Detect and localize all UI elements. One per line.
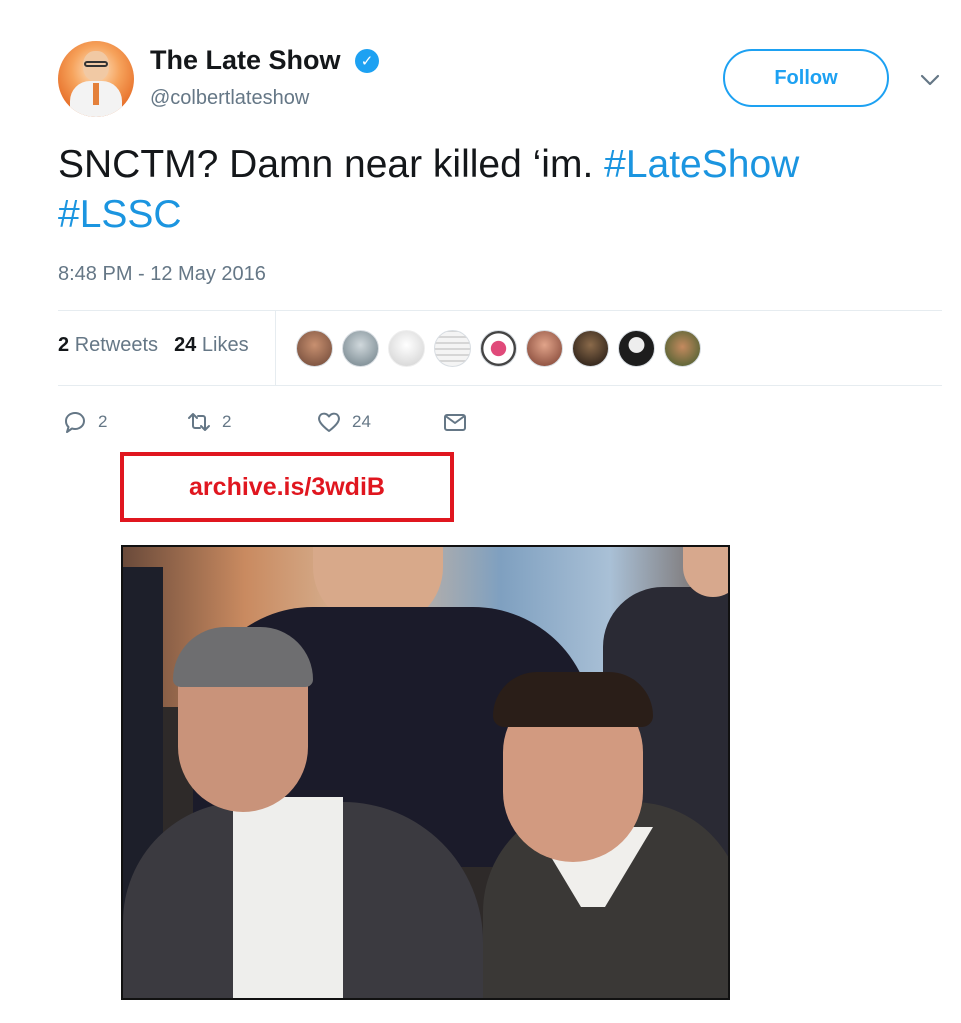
photo-person-front-right-hair — [493, 672, 653, 727]
hashtag-lssc[interactable]: #LSSC — [58, 193, 182, 236]
verified-badge-icon: ✓ — [355, 49, 379, 73]
retweet-icon — [188, 413, 210, 431]
reply-action[interactable]: 2 — [62, 409, 107, 435]
liker-avatar[interactable] — [664, 330, 701, 367]
author-name[interactable]: The Late Show — [150, 45, 341, 76]
liker-avatar[interactable] — [388, 330, 425, 367]
reply-count: 2 — [98, 412, 108, 431]
liker-avatars — [296, 330, 701, 367]
avatar-glasses — [84, 61, 108, 67]
tweet-stats: 2 Retweets 24 Likes — [58, 334, 249, 357]
tweet-timestamp[interactable]: 8:48 PM - 12 May 2016 — [58, 263, 266, 286]
author-avatar[interactable] — [58, 41, 134, 117]
retweets-count: 2 — [58, 334, 70, 356]
retweets-label: Retweets — [74, 334, 159, 356]
chevron-down-icon[interactable] — [918, 70, 942, 90]
like-count: 24 — [352, 412, 371, 431]
heart-icon — [318, 412, 340, 432]
liker-avatar[interactable] — [618, 330, 655, 367]
tweet-text-plain: SNCTM? Damn near killed ‘im. — [58, 143, 594, 186]
divider-top — [58, 310, 942, 311]
liker-avatar[interactable] — [296, 330, 333, 367]
liker-avatar[interactable] — [480, 330, 517, 367]
tweet-text: SNCTM? Damn near killed ‘im. #LateShow #… — [58, 140, 918, 240]
liker-avatar[interactable] — [526, 330, 563, 367]
liker-avatar[interactable] — [572, 330, 609, 367]
reply-icon — [64, 411, 85, 433]
envelope-icon — [444, 414, 466, 431]
archive-link-annotation: archive.is/3wdiB — [120, 452, 454, 522]
likes-stat[interactable]: 24 Likes — [174, 334, 249, 357]
direct-message-action[interactable] — [442, 409, 468, 435]
follow-button[interactable]: Follow — [723, 49, 889, 107]
retweets-stat[interactable]: 2 Retweets — [58, 334, 158, 357]
likes-label: Likes — [201, 334, 249, 356]
liker-avatar[interactable] — [342, 330, 379, 367]
stats-divider — [275, 311, 276, 385]
like-action[interactable]: 24 — [316, 409, 371, 435]
tweet-photo[interactable] — [121, 545, 730, 1000]
divider-bottom — [58, 385, 942, 386]
likes-count: 24 — [174, 334, 197, 356]
photo-person-front-left-shirt — [233, 797, 343, 998]
retweet-action[interactable]: 2 — [186, 409, 231, 435]
retweet-count: 2 — [222, 412, 232, 431]
hashtag-lateshow[interactable]: #LateShow — [604, 143, 799, 186]
author-handle[interactable]: @colbertlateshow — [150, 87, 309, 110]
avatar-tie — [93, 83, 99, 105]
liker-avatar[interactable] — [434, 330, 471, 367]
